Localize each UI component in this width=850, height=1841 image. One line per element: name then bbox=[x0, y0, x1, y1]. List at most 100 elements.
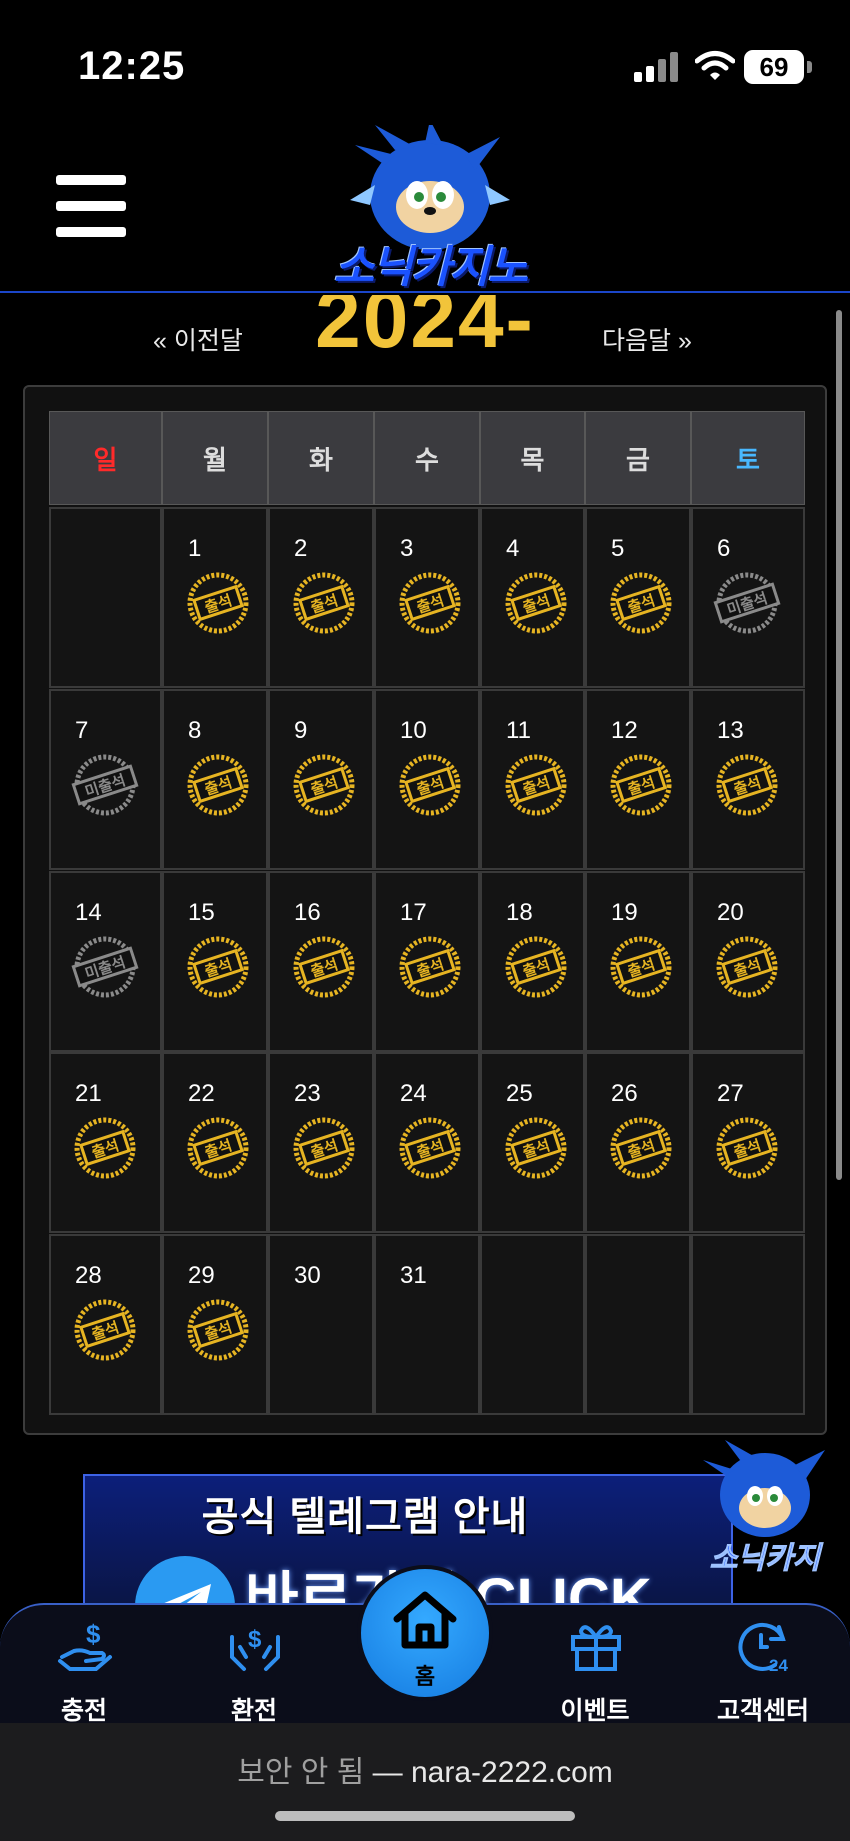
calendar-day-cell[interactable]: 17 출석 bbox=[374, 871, 480, 1052]
nav-support-label: 고객센터 bbox=[716, 1697, 809, 1725]
attended-stamp-icon: 출석 bbox=[187, 1299, 249, 1361]
calendar-day-cell[interactable]: 30 bbox=[268, 1234, 374, 1415]
calendar-day-cell[interactable]: 7 미출석 bbox=[49, 689, 162, 870]
calendar-day-cell[interactable]: 31 bbox=[374, 1234, 480, 1415]
calendar-day-cell[interactable]: 20 출석 bbox=[691, 871, 805, 1052]
day-number: 10 bbox=[400, 717, 427, 744]
day-number: 4 bbox=[506, 535, 520, 562]
brand-logo-text[interactable]: 소닉카지노 bbox=[320, 231, 540, 295]
withdraw-icon: $ bbox=[230, 1626, 280, 1671]
day-number: 28 bbox=[75, 1262, 102, 1289]
nav-home-label: 홈 bbox=[414, 1664, 436, 1689]
security-warning: 보안 안 됨 bbox=[237, 1756, 365, 1789]
mascot-text: 소닉카지 bbox=[710, 1542, 824, 1575]
next-month-link[interactable]: 다음달 » bbox=[602, 321, 692, 357]
attended-stamp-icon: 출석 bbox=[610, 1117, 672, 1179]
day-number: 11 bbox=[506, 717, 531, 744]
calendar-empty-cell bbox=[49, 507, 162, 688]
nav-deposit-label: 충전 bbox=[60, 1697, 107, 1725]
day-number: 29 bbox=[188, 1262, 215, 1289]
calendar-day-cell[interactable]: 29 출석 bbox=[162, 1234, 268, 1415]
scrollbar[interactable] bbox=[836, 310, 842, 1180]
banner-title: 공식 텔레그램 안내 bbox=[201, 1495, 529, 1539]
home-indicator[interactable] bbox=[275, 1811, 575, 1821]
day-number: 8 bbox=[188, 717, 202, 744]
nav-home-button[interactable]: 홈 bbox=[357, 1565, 493, 1701]
gift-icon bbox=[571, 1625, 621, 1671]
weekday-header: 토 bbox=[691, 411, 805, 505]
calendar-day-cell[interactable]: 11 출석 bbox=[480, 689, 585, 870]
calendar-day-cell[interactable]: 1 출석 bbox=[162, 507, 268, 688]
menu-icon[interactable] bbox=[56, 175, 126, 237]
calendar-day-cell[interactable]: 18 출석 bbox=[480, 871, 585, 1052]
attended-stamp-icon: 출석 bbox=[187, 1117, 249, 1179]
calendar-day-cell[interactable]: 2 출석 bbox=[268, 507, 374, 688]
attended-stamp-icon: 출석 bbox=[293, 1117, 355, 1179]
calendar-day-cell[interactable]: 4 출석 bbox=[480, 507, 585, 688]
nav-event[interactable]: 이벤트 bbox=[520, 1605, 670, 1725]
day-number: 20 bbox=[717, 899, 744, 926]
nav-withdraw[interactable]: $ 환전 bbox=[179, 1605, 329, 1725]
calendar-day-cell[interactable]: 27 출석 bbox=[691, 1052, 805, 1233]
attended-stamp-icon: 출석 bbox=[293, 572, 355, 634]
attendance-calendar: 일 월 화 수 목 금 토 1 출석 2 출석 3 출석 4 출석 5 출석 6 미출석 7 미출석 8 출석 9 출석 10 출석… bbox=[23, 385, 827, 1435]
home-icon bbox=[393, 1591, 457, 1649]
weekday-header: 수 bbox=[374, 411, 480, 505]
day-number: 6 bbox=[717, 535, 731, 562]
battery-indicator: 69 bbox=[744, 50, 812, 84]
attended-stamp-icon: 출석 bbox=[610, 754, 672, 816]
nav-withdraw-label: 환전 bbox=[230, 1697, 277, 1725]
day-number: 27 bbox=[717, 1080, 744, 1107]
day-number: 14 bbox=[75, 899, 102, 926]
calendar-day-cell[interactable]: 6 미출석 bbox=[691, 507, 805, 688]
day-number: 26 bbox=[611, 1080, 638, 1107]
calendar-empty-cell bbox=[480, 1234, 585, 1415]
attended-stamp-icon: 출석 bbox=[293, 936, 355, 998]
browser-url-bar[interactable]: 보안 안 됨 — nara-2222.com bbox=[0, 1723, 850, 1841]
attended-stamp-icon: 출석 bbox=[610, 572, 672, 634]
attended-stamp-icon: 출석 bbox=[716, 936, 778, 998]
weekday-header: 화 bbox=[268, 411, 374, 505]
attended-stamp-icon: 출석 bbox=[399, 1117, 461, 1179]
calendar-day-cell[interactable]: 26 출석 bbox=[585, 1052, 691, 1233]
calendar-day-cell[interactable]: 24 출석 bbox=[374, 1052, 480, 1233]
calendar-day-cell[interactable]: 15 출석 bbox=[162, 871, 268, 1052]
attended-stamp-icon: 출석 bbox=[293, 754, 355, 816]
month-navigation: « 이전달 2024-07 다음달 » bbox=[0, 295, 850, 375]
url-separator: — bbox=[372, 1756, 403, 1789]
calendar-day-cell[interactable]: 21 출석 bbox=[49, 1052, 162, 1233]
calendar-day-cell[interactable]: 23 출석 bbox=[268, 1052, 374, 1233]
absent-stamp-icon: 미출석 bbox=[713, 572, 781, 634]
calendar-day-cell[interactable]: 19 출석 bbox=[585, 871, 691, 1052]
calendar-day-cell[interactable]: 16 출석 bbox=[268, 871, 374, 1052]
attended-stamp-icon: 출석 bbox=[716, 1117, 778, 1179]
attended-stamp-icon: 출석 bbox=[187, 936, 249, 998]
day-number: 18 bbox=[506, 899, 533, 926]
prev-month-link[interactable]: « 이전달 bbox=[153, 321, 243, 357]
nav-deposit[interactable]: $ 충전 bbox=[9, 1605, 159, 1725]
day-number: 31 bbox=[400, 1262, 427, 1289]
calendar-day-cell[interactable]: 13 출석 bbox=[691, 689, 805, 870]
calendar-day-cell[interactable]: 5 출석 bbox=[585, 507, 691, 688]
nav-support[interactable]: 24 고객센터 bbox=[688, 1605, 838, 1725]
calendar-day-cell[interactable]: 14 미출석 bbox=[49, 871, 162, 1052]
attended-stamp-icon: 출석 bbox=[187, 754, 249, 816]
calendar-day-cell[interactable]: 12 출석 bbox=[585, 689, 691, 870]
cellular-signal-icon bbox=[634, 52, 678, 82]
calendar-day-cell[interactable]: 22 출석 bbox=[162, 1052, 268, 1233]
deposit-icon: $ bbox=[58, 1619, 112, 1671]
weekday-header: 목 bbox=[480, 411, 585, 505]
calendar-day-cell[interactable]: 9 출석 bbox=[268, 689, 374, 870]
calendar-day-cell[interactable]: 8 출석 bbox=[162, 689, 268, 870]
calendar-day-cell[interactable]: 28 출석 bbox=[49, 1234, 162, 1415]
attended-stamp-icon: 출석 bbox=[74, 1117, 136, 1179]
url-text[interactable]: 보안 안 됨 — nara-2222.com bbox=[0, 1747, 850, 1791]
calendar-day-cell[interactable]: 3 출석 bbox=[374, 507, 480, 688]
attended-stamp-icon: 출석 bbox=[505, 936, 567, 998]
calendar-empty-cell bbox=[585, 1234, 691, 1415]
calendar-day-cell[interactable]: 10 출석 bbox=[374, 689, 480, 870]
day-number: 19 bbox=[611, 899, 638, 926]
day-number: 23 bbox=[294, 1080, 321, 1107]
calendar-day-cell[interactable]: 25 출석 bbox=[480, 1052, 585, 1233]
calendar-empty-cell bbox=[691, 1234, 805, 1415]
